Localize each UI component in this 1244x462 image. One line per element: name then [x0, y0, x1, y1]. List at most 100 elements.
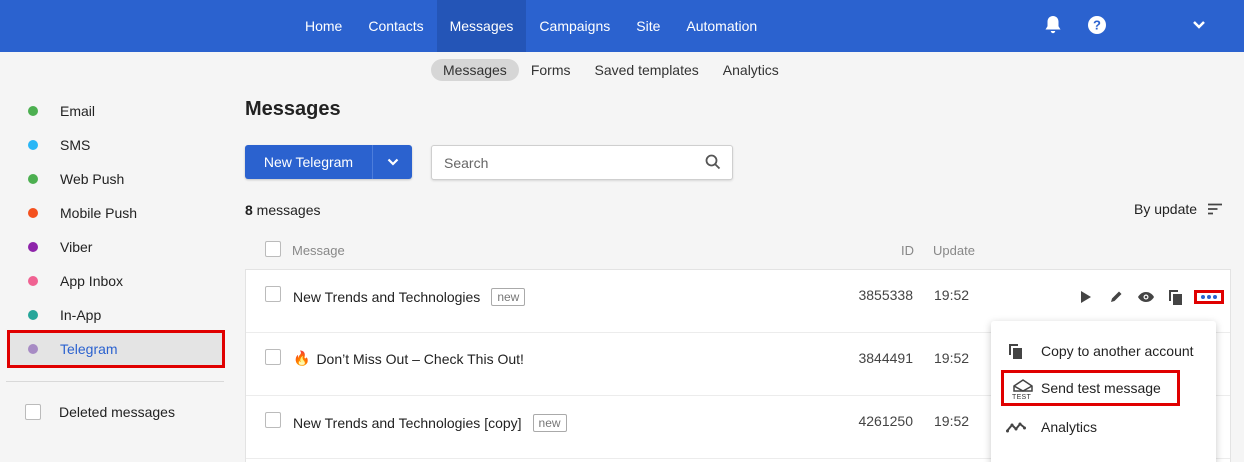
main-nav: Home Contacts Messages Campaigns Site Au… [292, 0, 770, 52]
more-dot [1207, 295, 1211, 299]
menu-item-label: Analytics [1041, 419, 1098, 435]
row-checkbox[interactable] [265, 349, 281, 365]
message-id: 4261250 [858, 413, 913, 429]
row-checkbox[interactable] [265, 412, 281, 428]
subnav-analytics[interactable]: Analytics [711, 59, 791, 81]
new-badge: new [532, 414, 567, 432]
nav-site[interactable]: Site [623, 0, 673, 52]
message-title: New Trends and Technologies [copy] [293, 415, 522, 431]
menu-analytics[interactable]: Analytics [991, 409, 1216, 445]
message-time: 19:52 [934, 413, 970, 429]
status-dot [28, 174, 38, 184]
analytics-icon [991, 421, 1041, 433]
more-options-button[interactable] [1194, 290, 1224, 304]
copy-icon[interactable] [1161, 288, 1191, 306]
menu-copy-to-another-account[interactable]: Copy to another account [991, 333, 1216, 369]
sidebar-item-label: Email [60, 103, 96, 119]
sidebar-item-in-app[interactable]: In-App [10, 300, 222, 330]
menu-item-label: Copy to another account [1041, 343, 1194, 359]
new-telegram-button-group: New Telegram [245, 145, 412, 179]
nav-campaigns[interactable]: Campaigns [526, 0, 623, 52]
nav-home[interactable]: Home [292, 0, 355, 52]
sort-label: By update [1134, 201, 1198, 217]
new-telegram-button[interactable]: New Telegram [245, 145, 373, 179]
message-count-suffix: messages [252, 202, 321, 218]
sidebar-item-telegram[interactable]: Telegram [7, 330, 225, 368]
menu-item-label: Send test message [1041, 380, 1161, 396]
row-checkbox[interactable] [265, 286, 281, 302]
sidebar-item-app-inbox[interactable]: App Inbox [10, 266, 222, 296]
message-name[interactable]: New Trends and Technologies new [293, 288, 526, 306]
sidebar-item-label: Telegram [60, 341, 118, 357]
message-title: New Trends and Technologies [293, 289, 481, 305]
sidebar-divider [6, 381, 224, 382]
sidebar-item-label: SMS [60, 137, 91, 153]
fire-emoji: 🔥 [293, 350, 311, 366]
help-icon[interactable]: ? [1086, 14, 1108, 36]
top-navigation-bar: Home Contacts Messages Campaigns Site Au… [0, 0, 1244, 52]
sidebar-item-label: Viber [60, 239, 93, 255]
svg-text:?: ? [1093, 18, 1101, 33]
status-dot [28, 276, 38, 286]
status-dot [28, 344, 38, 354]
column-id: ID [901, 243, 914, 258]
table-header: Message ID Update [245, 238, 1231, 262]
search-input[interactable] [432, 146, 692, 179]
message-time: 19:52 [934, 287, 970, 303]
copy-icon [991, 343, 1041, 359]
page-title: Messages [245, 98, 341, 120]
nav-contacts[interactable]: Contacts [355, 0, 436, 52]
more-dot [1201, 295, 1205, 299]
status-dot [28, 208, 38, 218]
subnav-forms[interactable]: Forms [519, 59, 583, 81]
sidebar-item-label: Web Push [60, 171, 125, 187]
new-options-chevron-icon[interactable] [373, 145, 412, 179]
status-dot [28, 140, 38, 150]
status-dot [28, 242, 38, 252]
deleted-messages-checkbox[interactable] [25, 404, 41, 420]
message-id: 3844491 [858, 350, 913, 366]
message-name[interactable]: 🔥 Don’t Miss Out – Check This Out! [293, 350, 524, 367]
bell-icon[interactable] [1042, 14, 1064, 36]
menu-send-test-message[interactable]: Send test message TEST [1001, 370, 1180, 406]
message-id: 3855338 [858, 287, 913, 303]
message-name[interactable]: New Trends and Technologies [copy] new [293, 414, 567, 432]
sort-icon [1208, 203, 1223, 215]
status-dot [28, 310, 38, 320]
deleted-messages-toggle[interactable]: Deleted messages [25, 404, 175, 420]
status-dot [28, 106, 38, 116]
row-options-menu: Copy to another account Send test messag… [991, 321, 1216, 462]
play-icon[interactable] [1071, 288, 1101, 306]
sort-control[interactable]: By update [1134, 201, 1223, 217]
message-time: 19:52 [934, 350, 970, 366]
chevron-down-icon[interactable] [1188, 14, 1210, 36]
sub-navigation: Messages Forms Saved templates Analytics [431, 59, 791, 81]
column-update: Update [933, 243, 975, 258]
sidebar-item-label: App Inbox [60, 273, 124, 289]
sidebar-item-web-push[interactable]: Web Push [10, 164, 222, 194]
deleted-messages-label: Deleted messages [59, 404, 175, 420]
edit-pencil-icon[interactable] [1101, 288, 1131, 306]
sidebar-item-email[interactable]: Email [10, 96, 222, 126]
sidebar-item-sms[interactable]: SMS [10, 130, 222, 160]
subnav-messages[interactable]: Messages [431, 59, 519, 81]
message-title: Don’t Miss Out – Check This Out! [316, 350, 524, 367]
search-icon[interactable] [705, 154, 721, 173]
sidebar-item-mobile-push[interactable]: Mobile Push [10, 198, 222, 228]
test-icon-label: TEST [1012, 394, 1032, 401]
nav-automation[interactable]: Automation [673, 0, 770, 52]
sidebar-item-label: In-App [60, 307, 102, 323]
new-badge: new [491, 288, 526, 306]
row-actions [1071, 288, 1224, 306]
sidebar-item-viber[interactable]: Viber [10, 232, 222, 262]
message-count-number: 8 [245, 202, 253, 218]
more-dot [1213, 295, 1217, 299]
subnav-saved-templates[interactable]: Saved templates [582, 59, 710, 81]
select-all-checkbox[interactable] [265, 241, 281, 257]
preview-eye-icon[interactable] [1131, 288, 1161, 306]
nav-messages[interactable]: Messages [436, 0, 527, 52]
search-box [431, 145, 733, 180]
sidebar-item-label: Mobile Push [60, 205, 138, 221]
column-message: Message [292, 243, 345, 258]
message-count: 8 messages [245, 202, 321, 218]
